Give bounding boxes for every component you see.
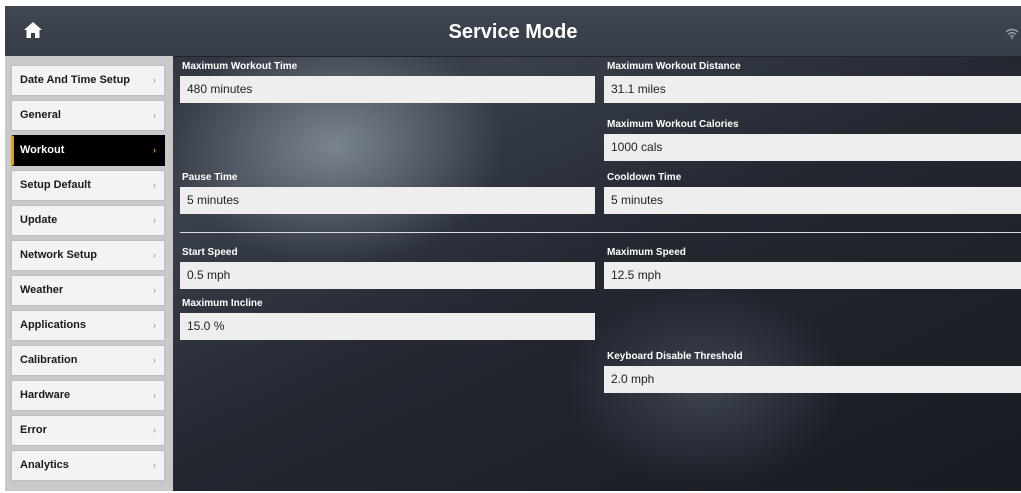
sidebar-item-label: Weather: [20, 284, 64, 296]
max-workout-distance-field[interactable]: 31.1 miles: [604, 76, 1021, 103]
sidebar-item-error[interactable]: Error ›: [11, 415, 165, 446]
chevron-right-icon: ›: [153, 460, 156, 470]
keyboard-disable-threshold-label: Keyboard Disable Threshold: [607, 351, 743, 362]
sidebar-item-label: Applications: [20, 319, 87, 331]
chevron-right-icon: ›: [153, 215, 156, 225]
sidebar-item-label: General: [20, 109, 61, 121]
sidebar: Date And Time Setup › General › Workout …: [5, 56, 173, 491]
sidebar-item-update[interactable]: Update ›: [11, 205, 165, 236]
start-speed-field[interactable]: 0.5 mph: [180, 262, 595, 289]
sidebar-item-calibration[interactable]: Calibration ›: [11, 345, 165, 376]
chevron-right-icon: ›: [153, 285, 156, 295]
sidebar-item-label: Date And Time Setup: [20, 74, 131, 86]
sidebar-item-analytics[interactable]: Analytics ›: [11, 450, 165, 481]
sidebar-item-label: Setup Default: [20, 179, 91, 191]
pause-time-label: Pause Time: [182, 172, 238, 183]
chevron-right-icon: ›: [153, 250, 156, 260]
max-incline-label: Maximum Incline: [182, 298, 263, 309]
sidebar-item-weather[interactable]: Weather ›: [11, 275, 165, 306]
sidebar-item-label: Error: [20, 424, 47, 436]
sidebar-item-date-and-time-setup[interactable]: Date And Time Setup ›: [11, 65, 165, 96]
sidebar-item-workout[interactable]: Workout ›: [11, 135, 165, 166]
max-workout-calories-label: Maximum Workout Calories: [607, 119, 739, 130]
chevron-right-icon: ›: [153, 145, 156, 155]
chevron-right-icon: ›: [153, 355, 156, 365]
sidebar-item-applications[interactable]: Applications ›: [11, 310, 165, 341]
service-mode-screen: Service Mode Date And Time Setup › Gener…: [5, 6, 1021, 491]
keyboard-disable-threshold-field[interactable]: 2.0 mph: [604, 366, 1021, 393]
cooldown-time-label: Cooldown Time: [607, 172, 682, 183]
sidebar-item-label: Network Setup: [20, 249, 98, 261]
sidebar-item-label: Analytics: [20, 459, 69, 471]
wifi-icon: [1005, 28, 1019, 39]
max-workout-time-label: Maximum Workout Time: [182, 61, 298, 72]
max-workout-calories-field[interactable]: 1000 cals: [604, 134, 1021, 161]
header-bar: Service Mode: [5, 6, 1021, 57]
max-speed-field[interactable]: 12.5 mph: [604, 262, 1021, 289]
sidebar-item-label: Hardware: [20, 389, 71, 401]
home-icon: [24, 22, 42, 38]
sidebar-item-setup-default[interactable]: Setup Default ›: [11, 170, 165, 201]
page-title: Service Mode: [448, 21, 578, 43]
max-incline-field[interactable]: 15.0 %: [180, 313, 595, 340]
home-button[interactable]: [5, 6, 61, 56]
chevron-right-icon: ›: [153, 180, 156, 190]
chevron-right-icon: ›: [153, 110, 156, 120]
sidebar-item-general[interactable]: General ›: [11, 100, 165, 131]
sidebar-item-label: Update: [20, 214, 58, 226]
start-speed-label: Start Speed: [182, 247, 238, 258]
max-workout-distance-label: Maximum Workout Distance: [607, 61, 741, 72]
sidebar-item-network-setup[interactable]: Network Setup ›: [11, 240, 165, 271]
cooldown-time-field[interactable]: 5 minutes: [604, 187, 1021, 214]
sidebar-item-label: Workout: [20, 144, 65, 156]
chevron-right-icon: ›: [153, 320, 156, 330]
chevron-right-icon: ›: [153, 75, 156, 85]
section-divider: [180, 232, 1021, 233]
chevron-right-icon: ›: [153, 390, 156, 400]
chevron-right-icon: ›: [153, 425, 156, 435]
pause-time-field[interactable]: 5 minutes: [180, 187, 595, 214]
max-speed-label: Maximum Speed: [607, 247, 686, 258]
sidebar-item-label: Calibration: [20, 354, 78, 366]
sidebar-item-hardware[interactable]: Hardware ›: [11, 380, 165, 411]
max-workout-time-field[interactable]: 480 minutes: [180, 76, 595, 103]
